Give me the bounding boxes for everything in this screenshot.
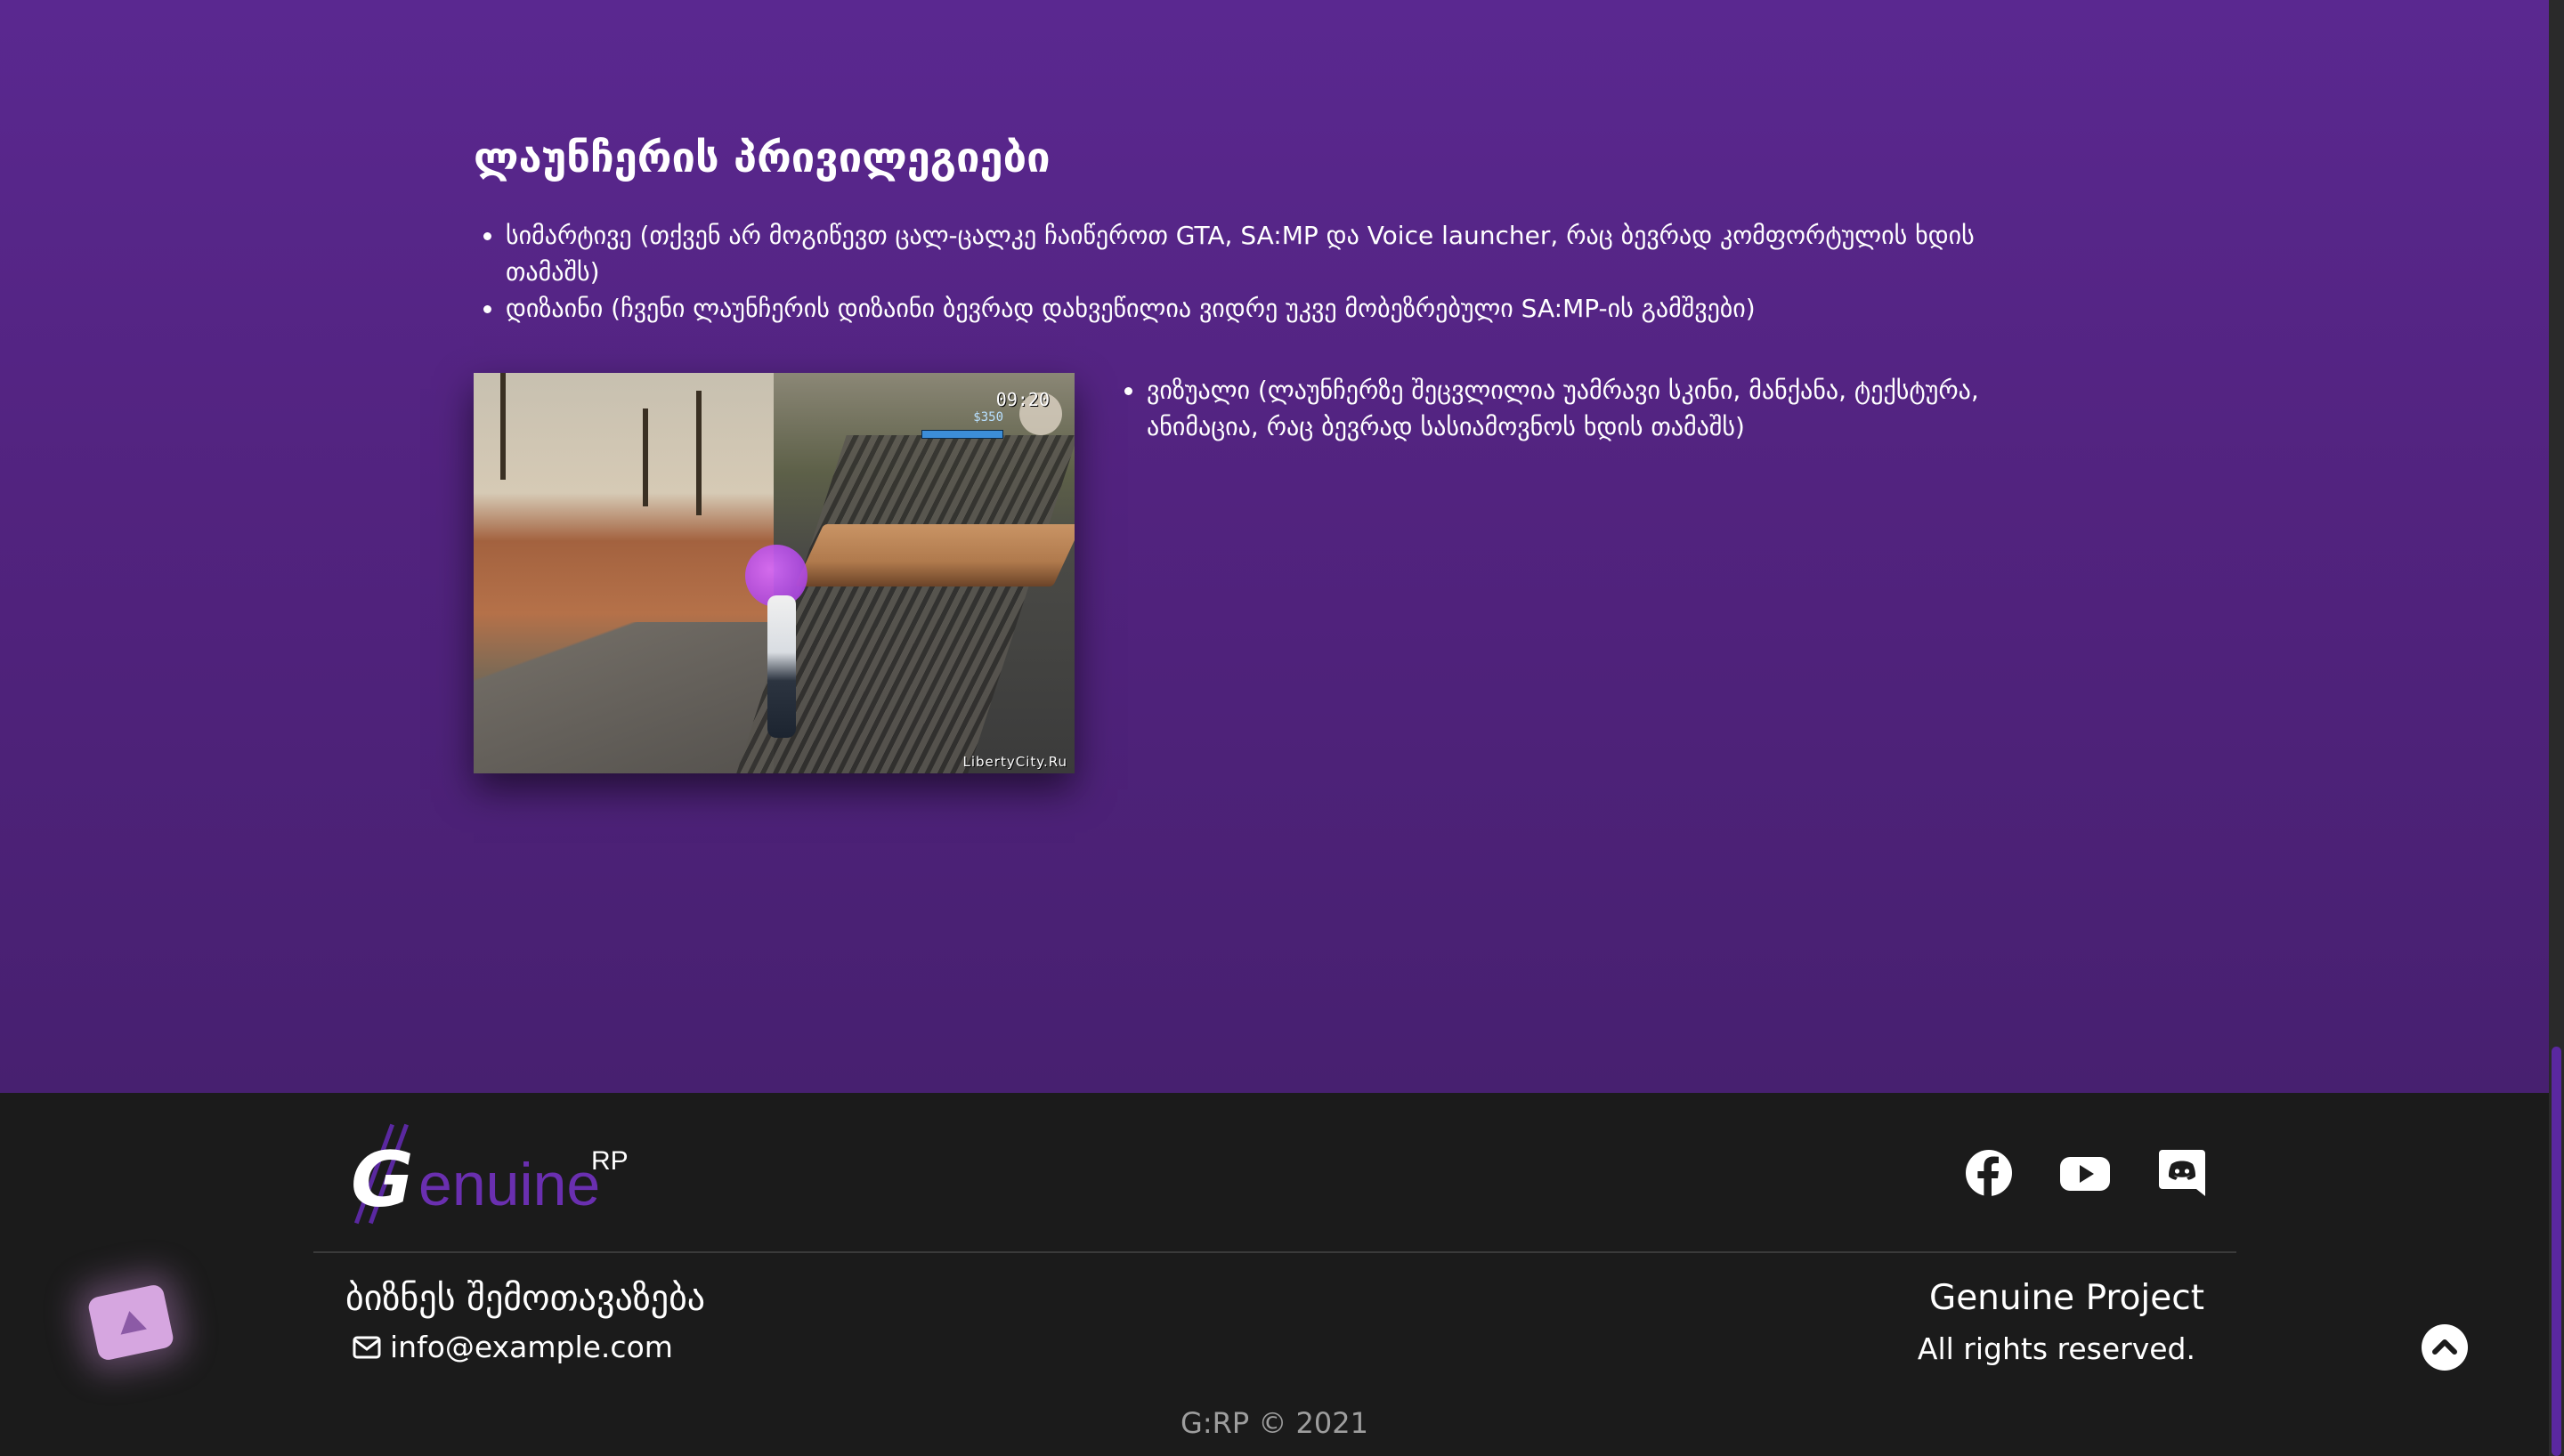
chevron-up-icon: [2432, 1339, 2457, 1355]
discord-icon: [2159, 1150, 2205, 1196]
logo-letter: G: [351, 1136, 414, 1225]
business-offer-title: ბიზნეს შემოთავაზება: [345, 1278, 706, 1319]
envelope-icon: [353, 1336, 381, 1358]
logo-superscript: RP: [591, 1146, 629, 1176]
youtube-icon: [2060, 1157, 2110, 1191]
main-section: ლაუნჩერის პრივილეგიები სიმარტივე (თქვენ …: [0, 0, 2549, 1093]
logo-word: enuine: [418, 1151, 601, 1218]
footer-divider: [313, 1251, 2236, 1253]
screenshot-left-scene: [474, 373, 774, 773]
privileges-list: სიმარტივე (თქვენ არ მოგიწევთ ცალ-ცალკე ჩ…: [474, 217, 2037, 327]
section-title: ლაუნჩერის პრივილეგიები: [474, 133, 1051, 182]
list-item: ვიზუალი (ლაუნჩერზე შეცვლილია უამრავი სკი…: [1124, 372, 1984, 445]
discord-link[interactable]: [2155, 1146, 2209, 1200]
hud-time: 09:20: [995, 389, 1050, 410]
copyright: G:RP © 2021: [1181, 1406, 1368, 1440]
scroll-to-top-button[interactable]: [2422, 1324, 2468, 1371]
game-screenshot-image: 09:20 $350 LibertyCity.Ru: [474, 373, 1075, 773]
facebook-link[interactable]: [1962, 1146, 2016, 1200]
email-link[interactable]: info@example.com: [353, 1330, 673, 1364]
scrollbar-thumb[interactable]: [2552, 1047, 2561, 1456]
hud-health-bar: [921, 430, 1003, 439]
genuine-rp-logo[interactable]: G enuine RP: [345, 1120, 648, 1226]
player-character: [767, 595, 796, 738]
play-icon: [116, 1307, 147, 1335]
list-item: დიზაინი (ჩვენი ლაუნჩერის დიზაინი ბევრად …: [483, 290, 2037, 327]
page-scrollbar[interactable]: [2549, 0, 2564, 1456]
project-name: Genuine Project: [1928, 1278, 2204, 1318]
image-watermark: LibertyCity.Ru: [962, 754, 1067, 770]
list-item: სიმარტივე (თქვენ არ მოგიწევთ ცალ-ცალკე ჩ…: [483, 217, 2037, 290]
youtube-link[interactable]: [2058, 1146, 2112, 1200]
email-text: info@example.com: [390, 1330, 673, 1364]
hud-money: $350: [973, 410, 1003, 425]
rights-text: All rights reserved.: [1917, 1331, 2195, 1366]
screenshot-right-scene: 09:20 $350 LibertyCity.Ru: [736, 373, 1075, 773]
visual-list: ვიზუალი (ლაუნჩერზე შეცვლილია უამრავი სკი…: [1115, 372, 1984, 445]
facebook-icon: [1966, 1150, 2012, 1196]
